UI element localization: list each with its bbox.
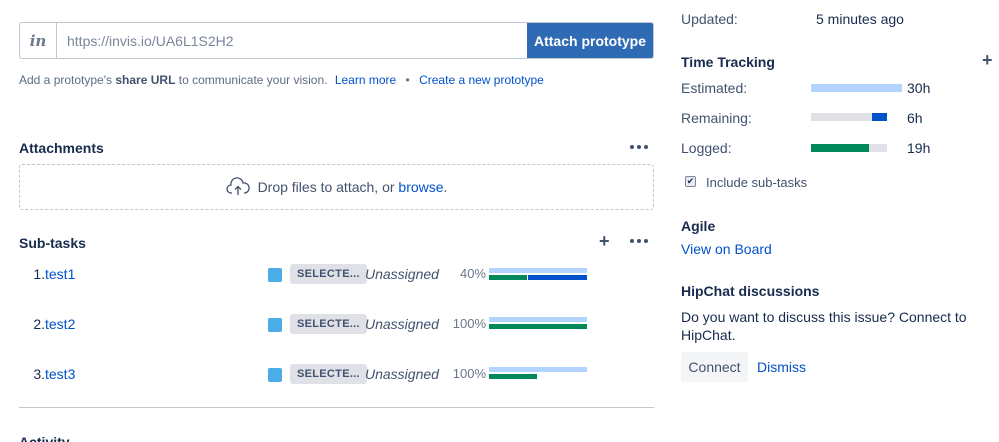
subtask-link[interactable]: test2: [45, 316, 75, 332]
include-subtasks-label: Include sub-tasks: [706, 175, 808, 190]
progress-percent: 100%: [452, 366, 486, 381]
connect-button[interactable]: Connect: [681, 352, 748, 382]
subtask-link[interactable]: test3: [45, 366, 75, 382]
progress-logged-bar: [489, 324, 587, 329]
assignee[interactable]: Unassigned: [365, 316, 439, 332]
agile-title: Agile: [681, 218, 716, 234]
remaining-label: Remaining:: [681, 110, 752, 126]
help-prefix: Add a prototype's: [19, 73, 113, 87]
help-bold: share URL: [115, 73, 176, 87]
attachment-dropzone[interactable]: Drop files to attach, or browse.: [19, 164, 654, 210]
hipchat-text-line1: Do you want to discuss this issue? Conne…: [681, 309, 967, 325]
browse-link[interactable]: browse: [398, 179, 443, 195]
subtask-type-icon: [268, 318, 282, 332]
learn-more-link[interactable]: Learn more: [335, 73, 396, 87]
status-badge[interactable]: SELECTE...: [290, 314, 367, 334]
estimated-fill: [811, 84, 902, 92]
add-subtask-icon[interactable]: +: [599, 232, 610, 250]
progress-percent: 40%: [459, 266, 486, 281]
drop-period: .: [443, 179, 448, 195]
remaining-fill: [872, 113, 887, 121]
logged-track: [811, 144, 887, 152]
attachments-title: Attachments: [19, 140, 104, 156]
estimated-label: Estimated:: [681, 80, 748, 96]
assignee[interactable]: Unassigned: [365, 266, 439, 282]
logged-value: 19h: [907, 140, 931, 156]
progress-remaining-bar: [528, 275, 587, 280]
prototype-help-text: Add a prototype's share URL to communica…: [19, 73, 544, 87]
subtask-link[interactable]: test1: [45, 266, 75, 282]
hipchat-title: HipChat discussions: [681, 283, 820, 299]
status-badge[interactable]: SELECTE...: [290, 364, 367, 384]
help-suffix: to communicate your vision.: [178, 73, 328, 87]
updated-value: 5 minutes ago: [816, 11, 904, 27]
subtask-type-icon: [268, 368, 282, 382]
drop-text: Drop files to attach, or: [257, 179, 395, 195]
subtask-number: 2.: [33, 316, 45, 332]
remaining-track: [811, 113, 887, 121]
updated-label: Updated:: [681, 11, 738, 27]
create-prototype-link[interactable]: Create a new prototype: [419, 73, 544, 87]
prototype-url-box: in Attach prototype: [19, 22, 654, 59]
logged-label: Logged:: [681, 140, 732, 156]
estimated-track: [811, 84, 902, 92]
subtask-type-icon: [268, 268, 282, 282]
cloud-upload-icon: [225, 177, 250, 195]
assignee[interactable]: Unassigned: [365, 366, 439, 382]
progress-estimate-bar: [489, 317, 587, 322]
attachments-more-icon[interactable]: [630, 145, 648, 149]
dismiss-link[interactable]: Dismiss: [757, 359, 806, 375]
subtasks-title: Sub-tasks: [19, 235, 86, 251]
logged-fill: [811, 144, 869, 152]
progress-estimate-bar: [489, 367, 587, 372]
section-divider: [19, 407, 654, 408]
subtasks-more-icon[interactable]: [630, 239, 648, 243]
include-subtasks-checkbox[interactable]: ✔: [685, 176, 696, 187]
remaining-value: 6h: [907, 110, 923, 126]
hipchat-description: Do you want to discuss this issue? Conne…: [681, 308, 981, 344]
add-time-icon[interactable]: +: [982, 51, 993, 69]
subtask-number: 3.: [33, 366, 45, 382]
progress-percent: 100%: [452, 316, 486, 331]
attach-prototype-button[interactable]: Attach prototype: [527, 23, 653, 58]
progress-logged-bar: [489, 275, 527, 280]
hipchat-text-line2: HipChat.: [681, 327, 736, 343]
prototype-url-input[interactable]: [57, 23, 527, 58]
bullet-separator: •: [405, 73, 410, 87]
activity-title: Activity: [19, 434, 70, 442]
invision-icon: in: [20, 23, 57, 58]
subtask-number: 1.: [33, 266, 45, 282]
view-on-board-link[interactable]: View on Board: [681, 241, 772, 257]
progress-logged-bar: [489, 374, 537, 379]
status-badge[interactable]: SELECTE...: [290, 264, 367, 284]
estimated-value: 30h: [907, 80, 931, 96]
time-tracking-title: Time Tracking: [681, 54, 775, 70]
progress-estimate-bar: [489, 268, 587, 273]
